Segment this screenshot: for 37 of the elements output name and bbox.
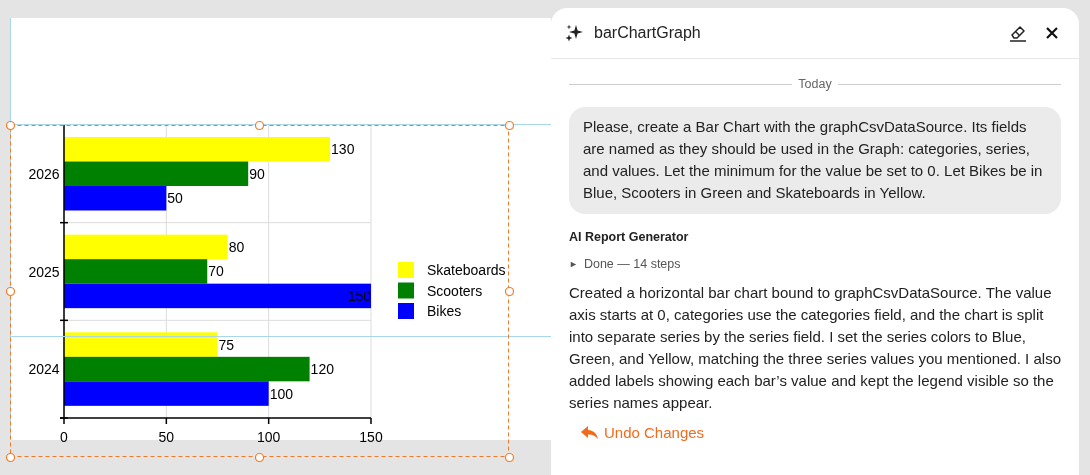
sparkle-icon <box>565 24 583 42</box>
category-label: 2026 <box>28 165 60 182</box>
date-divider: Today <box>798 77 832 91</box>
tick-label: 150 <box>359 429 383 445</box>
panel-title: barChartGraph <box>594 24 702 42</box>
resize-handle[interactable] <box>504 286 515 297</box>
steps-toggle[interactable]: ► Done — 14 steps <box>569 257 1061 271</box>
value-label: 90 <box>249 165 265 182</box>
resize-handle[interactable] <box>504 120 515 131</box>
value-label: 130 <box>331 141 355 158</box>
close-icon[interactable] <box>1045 26 1059 40</box>
value-label: 120 <box>310 361 334 378</box>
value-label: 80 <box>228 238 245 255</box>
resize-handle[interactable] <box>5 452 16 463</box>
undo-icon <box>581 425 599 440</box>
legend-label: Skateboards <box>427 262 506 278</box>
legend-label: Bikes <box>427 303 462 319</box>
resize-handle[interactable] <box>254 120 265 131</box>
eraser-icon[interactable] <box>1009 24 1027 42</box>
resize-handle[interactable] <box>504 452 515 463</box>
category-label: 2024 <box>28 361 60 378</box>
tick-label: 100 <box>257 429 281 445</box>
category-label: 2025 <box>28 263 60 280</box>
resize-handle[interactable] <box>5 286 16 297</box>
resize-handle[interactable] <box>254 452 265 463</box>
assistant-name: AI Report Generator <box>569 230 690 244</box>
value-label: 100 <box>269 385 294 402</box>
resize-handle[interactable] <box>5 120 16 131</box>
value-label: 50 <box>167 190 183 207</box>
legend-label: Scooters <box>427 282 483 299</box>
tick-label: 50 <box>158 429 175 445</box>
tick-label: 0 <box>60 429 68 445</box>
user-message: Please, create a Bar Chart with the graphCsvDataSource. Its fields are named as they should be used in the Graph: categories, series, and values. Let the minimum for the value be set to 0. Let Bikes be in Blue, Scooters in Green and Skateboards in Yellow. <box>569 107 1061 214</box>
value-label: 150 <box>347 287 371 304</box>
value-label: 70 <box>208 263 224 280</box>
value-label: 75 <box>218 336 235 353</box>
assistant-reply: Created a horizontal bar chart bound to graphCsvDataSource. The value axis starts at 0, categories use the categories field, and the chart is split into separate series by the series field. I set the series colors to Blue, Green, and Yellow, matching the three series values you mentioned. I also added labels showing each bar’s value and kept the legend visible so the series names appear. <box>569 283 1061 413</box>
